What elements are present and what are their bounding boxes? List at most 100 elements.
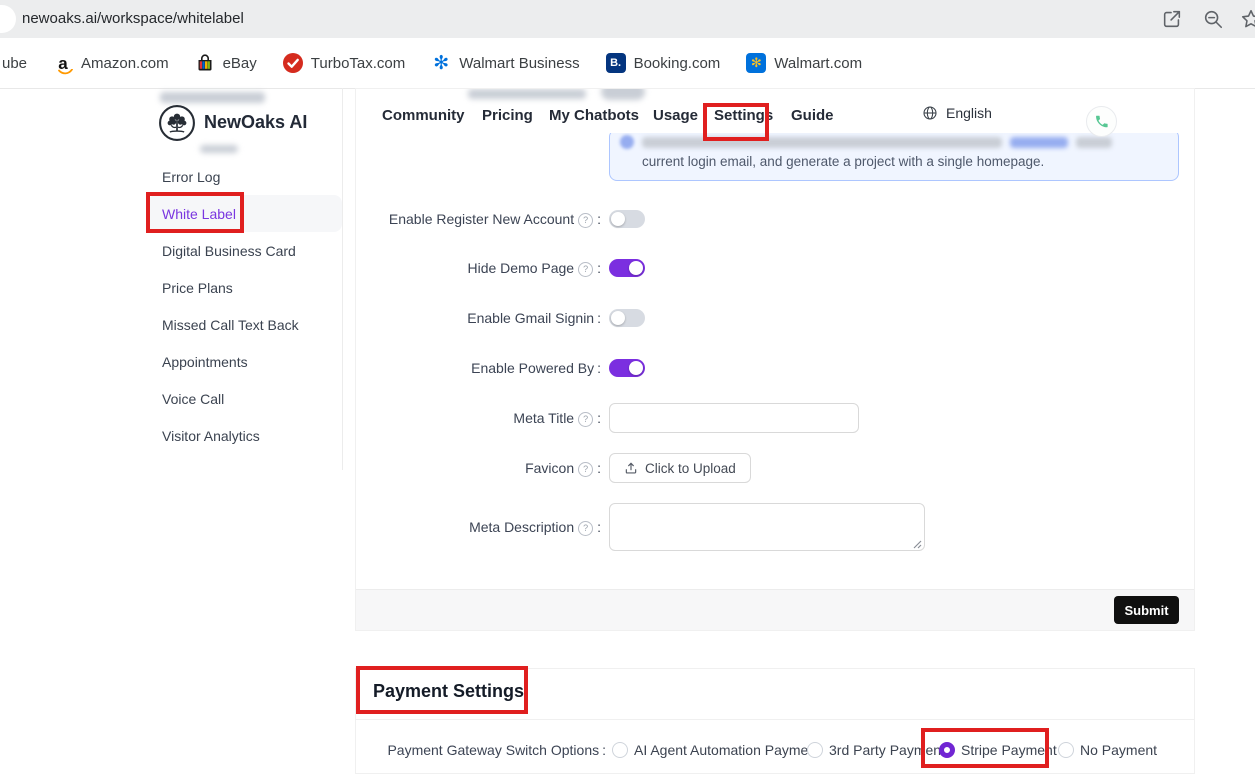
submit-button[interactable]: Submit: [1114, 596, 1179, 624]
white-label-settings-card: Community Pricing My Chatbots Usage Sett…: [355, 88, 1195, 631]
toggle-enable-register-new-account[interactable]: [609, 210, 645, 228]
info-icon: [620, 135, 634, 149]
redacted-link: [1010, 137, 1068, 148]
upload-label: Click to Upload: [645, 461, 736, 476]
bookmark-booking[interactable]: B. Booking.com: [606, 53, 721, 73]
help-icon: ?: [578, 213, 593, 228]
bookmark-label: eBay: [223, 55, 257, 72]
radio-3rd-party-payment[interactable]: 3rd Party Payment: [807, 734, 945, 766]
language-selector[interactable]: English: [922, 105, 992, 121]
field-label: Enable Gmail Signin?:: [356, 310, 601, 326]
bookmark-turbotax[interactable]: TurboTax.com: [283, 53, 405, 73]
help-icon: ?: [578, 462, 593, 477]
toggle-hide-demo-page[interactable]: [609, 259, 645, 277]
brand-name: NewOaks AI: [204, 112, 307, 133]
upload-icon: [624, 461, 638, 475]
sidebar-item-voice-call[interactable]: Voice Call: [148, 380, 342, 417]
redacted-toggle: [601, 88, 645, 100]
payment-gateway-label: Payment Gateway Switch Options:: [356, 742, 606, 758]
form-row: Favicon?: Click to Upload: [356, 452, 1194, 484]
help-icon: ?: [578, 262, 593, 277]
help-icon: ?: [578, 412, 593, 427]
form-row: Hide Demo Page?:: [356, 252, 1194, 284]
radio-circle: [939, 742, 955, 758]
redacted-text: [468, 89, 586, 99]
share-icon[interactable]: [1161, 8, 1183, 30]
sidebar-divider: [342, 88, 343, 470]
divider: [356, 719, 1194, 720]
nav-community[interactable]: Community: [382, 107, 465, 124]
account-avatar[interactable]: [1086, 106, 1117, 137]
globe-icon: [922, 105, 938, 121]
walmart-tile-icon: ✻: [746, 53, 766, 73]
field-label: Enable Powered By?:: [356, 360, 601, 376]
bookmark-label: Walmart Business: [459, 55, 579, 72]
nav-my-chatbots[interactable]: My Chatbots: [549, 107, 639, 124]
redacted-text: [160, 92, 265, 103]
payment-settings-card: Payment Settings Payment Gateway Switch …: [355, 668, 1195, 774]
bookmark-walmart-business[interactable]: ✻ Walmart Business: [431, 53, 579, 73]
radio-circle: [1058, 742, 1074, 758]
top-nav: Community Pricing My Chatbots Usage Sett…: [356, 89, 1194, 133]
form-row: Meta Description?:: [356, 494, 1194, 560]
form-row: Enable Gmail Signin?:: [356, 302, 1194, 334]
bookmark-label: TurboTax.com: [311, 55, 405, 72]
sidebar-item-visitor-analytics[interactable]: Visitor Analytics: [148, 417, 342, 454]
sidebar-item-price-plans[interactable]: Price Plans: [148, 269, 342, 306]
favorite-star-icon[interactable]: [1240, 8, 1255, 30]
nav-guide[interactable]: Guide: [791, 107, 834, 124]
sidebar-item-missed-call-text-back[interactable]: Missed Call Text Back: [148, 306, 342, 343]
nav-usage[interactable]: Usage: [653, 107, 698, 124]
toggle-enable-gmail-signin[interactable]: [609, 309, 645, 327]
info-alert: current login email, and generate a proj…: [609, 129, 1179, 181]
field-label: Enable Register New Account?:: [356, 211, 601, 228]
bookmark-ebay[interactable]: eBay: [195, 53, 257, 73]
radio-ai-agent-automation-payment[interactable]: AI Agent Automation Payment: [612, 734, 820, 766]
alert-text: current login email, and generate a proj…: [642, 154, 1044, 169]
zoom-out-icon[interactable]: [1202, 8, 1224, 30]
meta-title-input[interactable]: [609, 403, 859, 433]
field-label: Hide Demo Page?:: [356, 260, 601, 277]
bookmark-label: Booking.com: [634, 55, 721, 72]
newoaks-logo-icon: [158, 104, 196, 142]
bookmark-label: Amazon.com: [81, 55, 169, 72]
turbotax-icon: [283, 53, 303, 73]
field-label: Favicon?:: [356, 460, 601, 477]
form-row: Enable Register New Account?:: [356, 203, 1194, 235]
sidebar-item-digital-business-card[interactable]: Digital Business Card: [148, 232, 342, 269]
bookmarks-bar: ube a Amazon.com eBay TurboTax.com ✻ Wal…: [0, 38, 1255, 89]
booking-icon: B.: [606, 53, 626, 73]
language-label: English: [946, 105, 992, 121]
sidebar-menu: Error Log White Label Digital Business C…: [148, 158, 342, 454]
card-footer: [356, 589, 1194, 631]
favicon-upload-button[interactable]: Click to Upload: [609, 453, 751, 483]
meta-description-textarea[interactable]: [609, 503, 925, 551]
sidebar-item-white-label[interactable]: White Label: [148, 195, 342, 232]
bookmark-label: Walmart.com: [774, 55, 862, 72]
nav-settings[interactable]: Settings: [714, 107, 773, 124]
nav-pricing[interactable]: Pricing: [482, 107, 533, 124]
amazon-icon: a: [53, 53, 73, 73]
radio-no-payment[interactable]: No Payment: [1058, 734, 1157, 766]
redacted-text: [200, 145, 238, 153]
form-row: Meta Title?:: [356, 402, 1194, 434]
sidebar-item-error-log[interactable]: Error Log: [148, 158, 342, 195]
radio-stripe-payment[interactable]: Stripe Payment: [939, 734, 1057, 766]
redacted-text: [1076, 137, 1112, 148]
bookmark-youtube[interactable]: ube: [2, 55, 27, 72]
toggle-enable-powered-by[interactable]: [609, 359, 645, 377]
bookmark-walmart[interactable]: ✻ Walmart.com: [746, 53, 862, 73]
browser-address-bar: newoaks.ai/workspace/whitelabel: [0, 0, 1255, 38]
bookmark-amazon[interactable]: a Amazon.com: [53, 53, 169, 73]
walmart-spark-icon: ✻: [431, 53, 451, 73]
help-icon: ?: [578, 521, 593, 536]
page: { "browser": { "url": "newoaks.ai/worksp…: [0, 0, 1255, 773]
url-text[interactable]: newoaks.ai/workspace/whitelabel: [22, 0, 244, 38]
form-row: Enable Powered By?:: [356, 352, 1194, 384]
ebay-icon: [195, 53, 215, 73]
phone-icon: [1094, 114, 1109, 129]
radio-circle: [807, 742, 823, 758]
sidebar-item-appointments[interactable]: Appointments: [148, 343, 342, 380]
payment-settings-title: Payment Settings: [373, 681, 524, 702]
radio-circle: [612, 742, 628, 758]
